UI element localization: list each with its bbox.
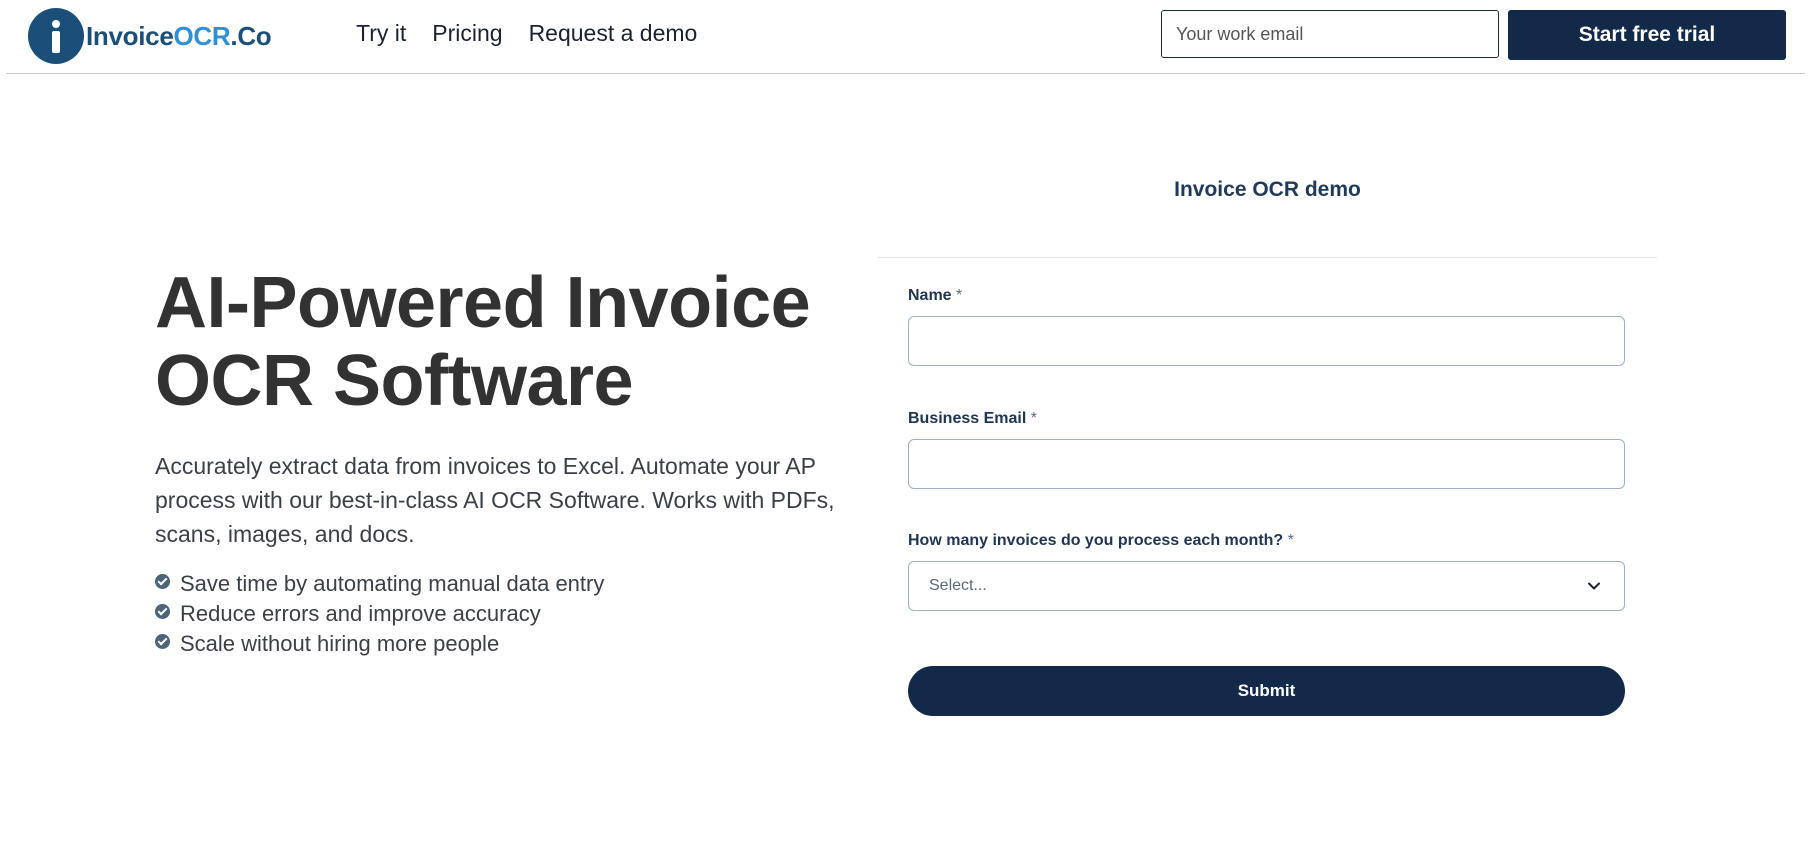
business-email-input[interactable] xyxy=(908,439,1625,489)
check-circle-icon xyxy=(155,603,170,619)
hero-title: AI-Powered Invoice OCR Software xyxy=(155,264,855,420)
info-i-icon xyxy=(28,8,84,64)
check-circle-icon xyxy=(155,573,170,589)
brand-name-part2: OCR xyxy=(173,20,231,51)
name-input[interactable] xyxy=(908,316,1625,366)
invoices-per-month-label-text: How many invoices do you process each mo… xyxy=(908,532,1284,549)
name-label-text: Name xyxy=(908,287,952,304)
brand-logo[interactable]: InvoiceOCR.Co xyxy=(28,8,272,64)
form-title: Invoice OCR demo xyxy=(1174,178,1361,201)
hero-title-line1: AI-Powered Invoice xyxy=(155,263,811,343)
work-email-input[interactable] xyxy=(1161,10,1499,58)
business-email-label: Business Email * xyxy=(908,410,1037,428)
feature-item: Save time by automating manual data entr… xyxy=(155,569,604,599)
invoices-per-month-label: How many invoices do you process each mo… xyxy=(908,532,1294,550)
hero-description: Accurately extract data from invoices to… xyxy=(155,453,835,547)
required-marker: * xyxy=(956,287,963,304)
submit-button[interactable]: Submit xyxy=(908,666,1625,716)
feature-text: Scale without hiring more people xyxy=(180,631,500,656)
nav-link-try-it[interactable]: Try it xyxy=(356,20,406,47)
required-marker: * xyxy=(1287,532,1294,549)
main-nav: Try it Pricing Request a demo xyxy=(356,20,697,47)
check-circle-icon xyxy=(155,633,170,649)
feature-text: Reduce errors and improve accuracy xyxy=(180,601,541,626)
feature-item: Reduce errors and improve accuracy xyxy=(155,599,604,629)
name-label: Name * xyxy=(908,287,962,305)
feature-list: Save time by automating manual data entr… xyxy=(155,569,604,659)
chevron-down-icon xyxy=(1588,582,1600,590)
select-value: Select... xyxy=(929,577,987,594)
form-divider xyxy=(878,257,1657,258)
business-email-label-text: Business Email xyxy=(908,410,1027,427)
nav-link-request-demo[interactable]: Request a demo xyxy=(529,20,698,47)
nav-link-pricing[interactable]: Pricing xyxy=(432,20,502,47)
feature-item: Scale without hiring more people xyxy=(155,629,604,659)
start-free-trial-button[interactable]: Start free trial xyxy=(1508,10,1786,60)
brand-name-part3: .Co xyxy=(230,20,272,51)
required-marker: * xyxy=(1030,410,1037,427)
brand-name: InvoiceOCR.Co xyxy=(86,20,272,52)
brand-name-part1: Invoice xyxy=(86,20,174,51)
site-header: InvoiceOCR.Co Try it Pricing Request a d… xyxy=(6,0,1805,74)
invoices-per-month-select[interactable]: Select... xyxy=(908,561,1625,611)
feature-text: Save time by automating manual data entr… xyxy=(180,571,605,596)
hero-title-line2: OCR Software xyxy=(155,341,634,421)
